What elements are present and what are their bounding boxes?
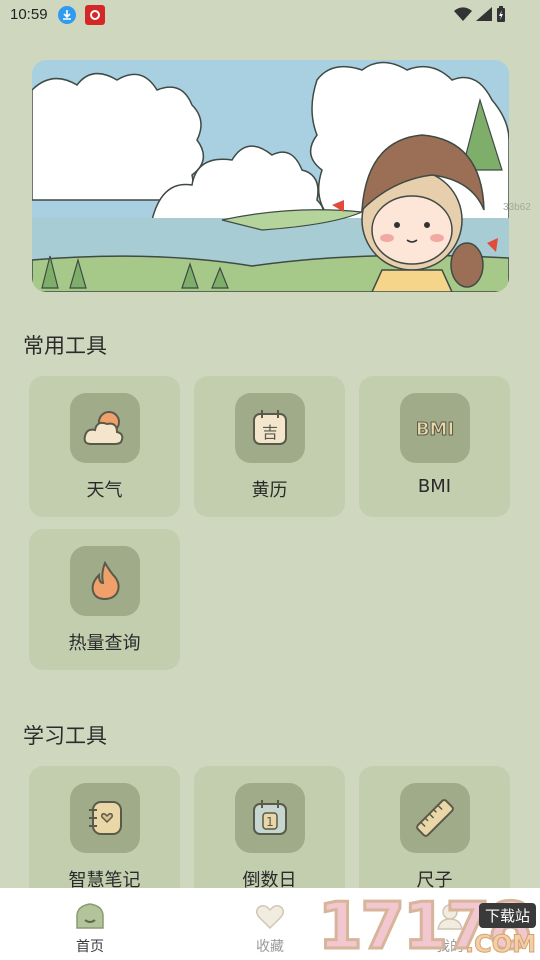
section-title-study: 学习工具 [23, 724, 107, 748]
tool-card-weather[interactable]: 天气 [29, 376, 180, 517]
almanac-icon: 吉 [235, 393, 305, 463]
system-indicators [454, 6, 506, 22]
tab-home-label: 首页 [76, 939, 104, 955]
cell-signal-icon [476, 7, 492, 21]
status-bar: 10:59 [0, 0, 540, 32]
watermark-domain: .COM [464, 930, 536, 959]
tool-label: 黄历 [251, 480, 288, 501]
tool-label: 热量查询 [68, 633, 141, 654]
svg-text:1: 1 [266, 815, 274, 829]
tool-card-bmi[interactable]: BMI BMI [359, 376, 510, 517]
app-notification-icon [85, 5, 105, 25]
svg-text:BMI: BMI [416, 419, 454, 440]
watermark-tag: 下载站 [478, 903, 536, 928]
notes-icon [70, 783, 140, 853]
svg-text:吉: 吉 [262, 423, 278, 442]
tool-card-calorie[interactable]: 热量查询 [29, 529, 180, 670]
home-icon [76, 903, 104, 929]
battery-icon [497, 6, 505, 22]
tool-card-almanac[interactable]: 吉 黄历 [194, 376, 345, 517]
countdown-icon: 1 [235, 783, 305, 853]
tab-favorites[interactable]: 收藏 [210, 888, 330, 960]
site-watermark: 17178 下载站 .COM [314, 888, 540, 960]
banner-tag: 33b62 [503, 202, 531, 213]
download-notification-icon [58, 6, 76, 24]
bmi-icon: BMI [400, 393, 470, 463]
tool-card-countdown[interactable]: 1 倒数日 [194, 766, 345, 907]
tool-label: 天气 [86, 480, 123, 501]
banner-illustration[interactable] [32, 60, 509, 292]
tool-label: BMI [417, 476, 452, 497]
wifi-icon [454, 7, 472, 21]
tab-favorites-label: 收藏 [256, 939, 284, 955]
tool-card-ruler[interactable]: 尺子 [359, 766, 510, 907]
heart-icon [255, 904, 285, 930]
tool-card-notes[interactable]: 智慧笔记 [29, 766, 180, 907]
status-time: 10:59 [10, 6, 48, 23]
section-title-common: 常用工具 [23, 334, 107, 358]
calorie-icon [70, 546, 140, 616]
weather-icon [70, 393, 140, 463]
ruler-icon [400, 783, 470, 853]
tab-home[interactable]: 首页 [30, 888, 150, 960]
